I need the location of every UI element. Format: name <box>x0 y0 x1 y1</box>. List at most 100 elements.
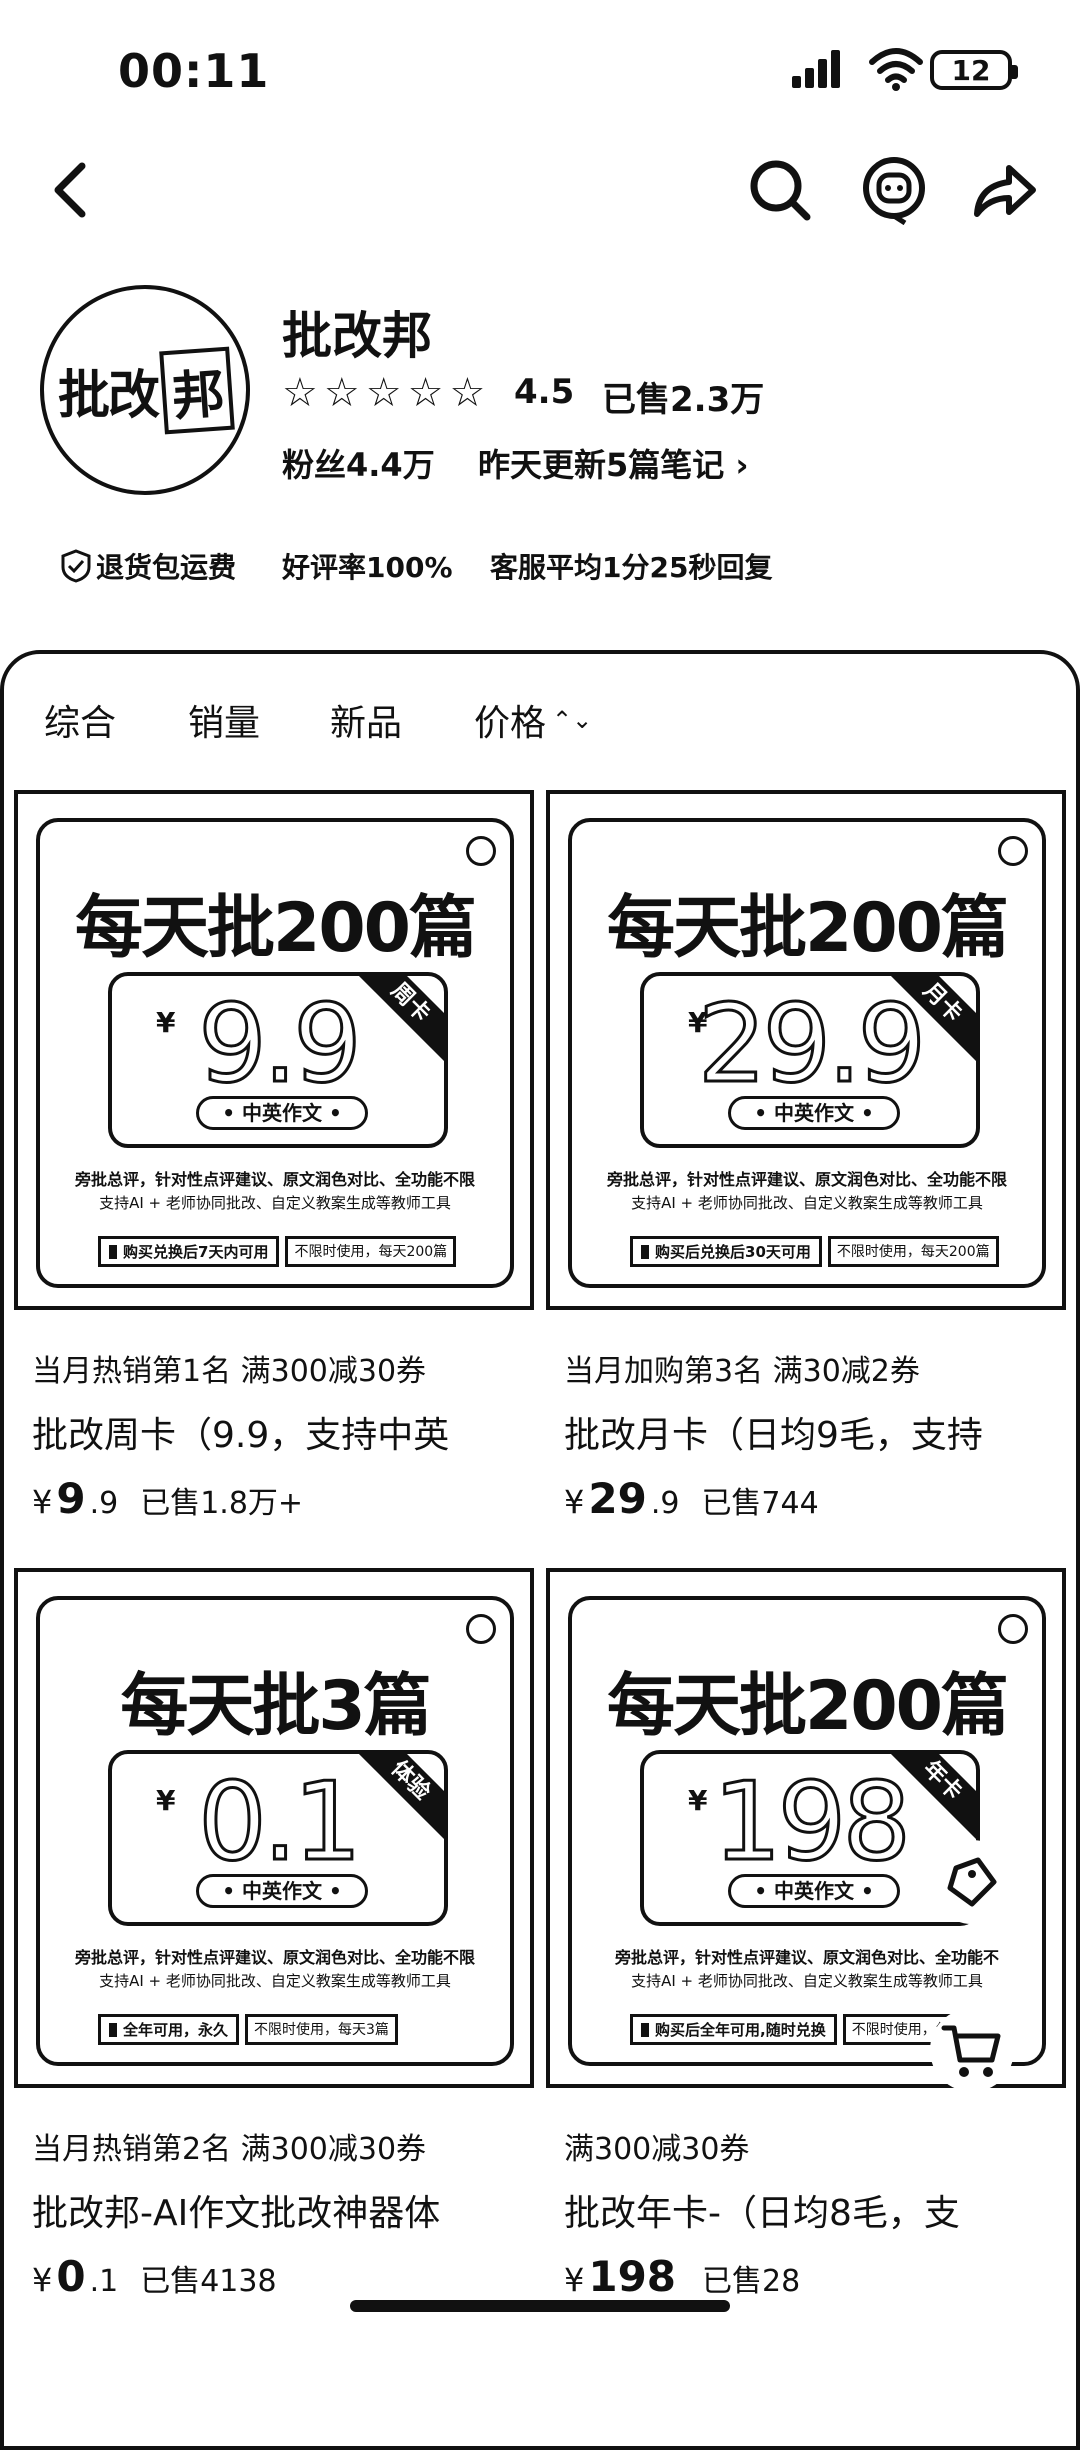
image-desc-line2: 支持AI + 老师协同批改、自定义教案生成等教师工具 <box>631 1194 983 1212</box>
price-integer: 198 <box>588 2252 677 2301</box>
image-price-box: ¥ 198 • 中英作文 • 年卡 <box>640 1750 980 1926</box>
clock-icon <box>998 836 1028 866</box>
image-desc-line1: 旁批总评，针对性点评建议、原文润色对比、全功能不限 <box>74 1948 475 1967</box>
product-price-line: ¥ 0 .1 已售4138 <box>32 2252 277 2301</box>
product-sales-count: 已售1.8万+ <box>140 1486 304 1521</box>
image-tag-validity: 全年可用，永久 <box>98 2014 240 2045</box>
back-button[interactable] <box>30 150 110 230</box>
rating-stars: ☆ ☆ ☆ ☆ ☆ <box>282 370 485 416</box>
product-image-frame: 每天批3篇 ¥ 0.1 • 中英作文 • 体验 旁批总评，针对性点评建议、原文润… <box>36 1596 514 2066</box>
product-sales-count: 已售4138 <box>140 2264 277 2299</box>
search-button[interactable] <box>740 150 820 230</box>
image-price-box: ¥ 29.9 • 中英作文 • 月卡 <box>640 972 980 1148</box>
cart-float-button[interactable] <box>930 2008 1014 2092</box>
price-decimal: .9 <box>89 1486 119 1521</box>
image-tag-usage: 不限时使用，每天3篇 <box>245 2014 398 2045</box>
product-sales-count: 已售28 <box>702 2264 801 2299</box>
cellular-signal-icon <box>792 50 840 88</box>
product-promo-line: 当月热销第1名 满300减30券 <box>32 1354 427 1389</box>
product-image-frame: 每天批200篇 ¥ 9.9 • 中英作文 • 周卡 旁批总评，针对性点评建议、原… <box>36 818 514 1288</box>
image-desc-line2: 支持AI + 老师协同批改、自定义教案生成等教师工具 <box>99 1972 451 1990</box>
back-chevron-icon <box>54 162 86 218</box>
product-title[interactable]: 批改周卡（9.9，支持中英 <box>32 1406 532 1458</box>
price-integer: 0 <box>56 2252 86 2301</box>
price-currency: ¥ <box>32 2261 53 2299</box>
image-desc-line2: 支持AI + 老师协同批改、自定义教案生成等教师工具 <box>99 1194 451 1212</box>
image-category-pill: • 中英作文 • <box>196 1874 368 1908</box>
image-headline: 每天批200篇 <box>607 1667 1009 1746</box>
star-icon: ☆ <box>449 370 486 416</box>
sort-tab-sales[interactable]: 销量 <box>188 694 260 746</box>
star-icon: ☆ <box>407 370 444 416</box>
image-category-pill: • 中英作文 • <box>196 1096 368 1130</box>
star-icon: ☆ <box>323 370 360 416</box>
clock-icon <box>466 1614 496 1644</box>
promise-return-shipping: 退货包运费 <box>60 546 236 586</box>
product-promo-line: 当月热销第2名 满300减30券 <box>32 2132 427 2167</box>
image-tag-usage: 不限时使用，每天200篇 <box>285 1236 457 1267</box>
clock-icon <box>998 1614 1028 1644</box>
store-sold-count: 已售2.3万 <box>602 380 765 420</box>
image-tags: 购买兑换后7天内可用 不限时使用，每天200篇 <box>98 1236 457 1267</box>
clock-icon <box>466 836 496 866</box>
sort-tab-new[interactable]: 新品 <box>330 694 402 746</box>
check-shield-icon <box>61 549 91 583</box>
image-desc-line2: 支持AI + 老师协同批改、自定义教案生成等教师工具 <box>631 1972 983 1990</box>
product-price-line: ¥ 29 .9 已售744 <box>564 1474 819 1523</box>
notes-update-link[interactable]: 昨天更新5篇笔记 › <box>478 440 749 486</box>
product-price-line: ¥ 198 已售28 <box>564 2252 800 2301</box>
store-avatar[interactable]: 批改邦 <box>40 285 250 495</box>
price-integer: 9 <box>56 1474 86 1523</box>
cart-icon <box>941 2025 1001 2077</box>
product-image[interactable]: 每天批200篇 ¥ 198 • 中英作文 • 年卡 旁批总评，针对性点评建议、原… <box>546 1568 1066 2088</box>
share-button[interactable] <box>964 150 1044 230</box>
image-category-pill: • 中英作文 • <box>728 1874 900 1908</box>
sort-tab-price[interactable]: 价格 ⌃⌄ <box>474 694 592 746</box>
image-headline: 每天批200篇 <box>75 889 477 968</box>
sort-arrows-icon: ⌃⌄ <box>552 706 593 734</box>
coupon-float-button[interactable] <box>930 1840 1014 1924</box>
product-image-frame: 每天批200篇 ¥ 29.9 • 中英作文 • 月卡 旁批总评，针对性点评建议、… <box>568 818 1046 1288</box>
price-integer: 29 <box>588 1474 647 1523</box>
battery-indicator: 12 <box>930 50 1018 90</box>
image-desc-line1: 旁批总评，针对性点评建议、原文润色对比、全功能不限 <box>606 1170 1007 1189</box>
search-icon <box>750 160 811 221</box>
price-currency: ¥ <box>564 2261 585 2299</box>
store-name: 批改邦 <box>282 307 432 365</box>
product-image[interactable]: 每天批200篇 ¥ 29.9 • 中英作文 • 月卡 旁批总评，针对性点评建议、… <box>546 790 1066 1310</box>
sort-tab-overall[interactable]: 综合 <box>44 694 116 746</box>
customer-service-icon <box>863 157 925 225</box>
promise-service-response: 客服平均1分25秒回复 <box>490 551 773 584</box>
image-tags: 购买后全年可用,随时兑换 不限时使用，每 <box>630 2014 959 2045</box>
price-decimal: .1 <box>89 2264 119 2299</box>
image-desc-line1: 旁批总评，针对性点评建议、原文润色对比、全功能不 <box>614 1948 999 1967</box>
image-desc-line1: 旁批总评，针对性点评建议、原文润色对比、全功能不限 <box>74 1170 475 1189</box>
fans-count: 粉丝4.4万 <box>282 446 435 484</box>
customer-service-button[interactable] <box>854 150 934 230</box>
image-tags: 全年可用，永久 不限时使用，每天3篇 <box>98 2014 398 2045</box>
product-price-line: ¥ 9 .9 已售1.8万+ <box>32 1474 303 1523</box>
product-title[interactable]: 批改年卡-（日均8毛，支 <box>564 2184 1064 2236</box>
image-tag-usage: 不限时使用，每天200篇 <box>827 1236 999 1267</box>
product-promo-line: 当月加购第3名 满30减2券 <box>564 1354 920 1389</box>
product-title[interactable]: 批改月卡（日均9毛，支持 <box>564 1406 1064 1458</box>
image-price-box: ¥ 0.1 • 中英作文 • 体验 <box>108 1750 448 1926</box>
product-image[interactable]: 每天批200篇 ¥ 9.9 • 中英作文 • 周卡 旁批总评，针对性点评建议、原… <box>14 790 534 1310</box>
image-category-pill: • 中英作文 • <box>728 1096 900 1130</box>
price-currency: ¥ <box>32 1483 53 1521</box>
star-icon: ☆ <box>282 370 318 416</box>
price-currency: ¥ <box>564 1483 585 1521</box>
product-image[interactable]: 每天批3篇 ¥ 0.1 • 中英作文 • 体验 旁批总评，针对性点评建议、原文润… <box>14 1568 534 2088</box>
star-icon: ☆ <box>365 370 402 416</box>
price-decimal: .9 <box>650 1486 680 1521</box>
rating-value: 4.5 <box>514 372 575 412</box>
status-time: 00:11 <box>118 44 270 98</box>
home-indicator[interactable] <box>350 2300 730 2312</box>
image-headline: 每天批3篇 <box>120 1667 431 1746</box>
image-tag-validity: 购买兑换后7天内可用 <box>98 1236 280 1267</box>
promise-positive-rate: 好评率100% <box>282 551 453 584</box>
product-promo-line: 满300减30券 <box>564 2132 750 2167</box>
share-icon <box>974 165 1036 217</box>
product-title[interactable]: 批改邦-AI作文批改神器体 <box>32 2184 532 2236</box>
image-tag-validity: 购买后兑换后30天可用 <box>630 1236 822 1267</box>
